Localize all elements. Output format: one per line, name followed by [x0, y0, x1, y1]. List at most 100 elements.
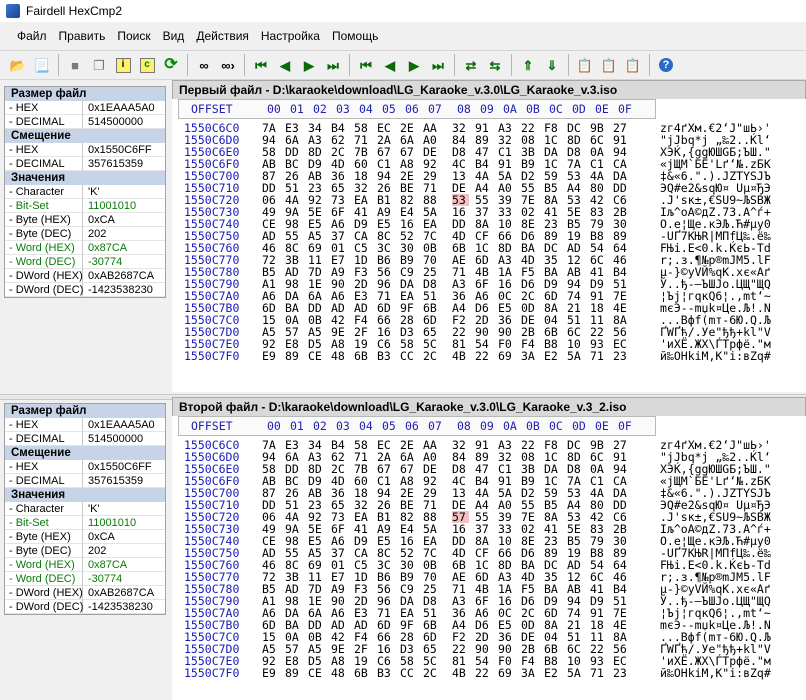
hex-panel-first: Первый файл - D:\karaoke\download\LG_Kar…	[172, 80, 806, 392]
byte-cell[interactable]: 89	[285, 667, 302, 679]
next-diff-icon[interactable]: ▶	[298, 54, 320, 76]
byte-cell[interactable]: B3	[377, 350, 394, 362]
byte-cell[interactable]: CC	[400, 350, 417, 362]
byte-cell[interactable]: 71	[590, 667, 607, 679]
byte-cell[interactable]: 69	[498, 667, 515, 679]
byte-cell[interactable]: 2C	[423, 350, 440, 362]
property-key: - DECIMAL	[5, 157, 83, 171]
open-file-icon[interactable]: 📂	[7, 54, 29, 76]
byte-cell[interactable]: CC	[400, 667, 417, 679]
toolbar-separator	[349, 54, 350, 76]
byte-cell[interactable]: E9	[262, 667, 279, 679]
find-next-icon[interactable]: ∞›	[217, 54, 239, 76]
property-key: - DECIMAL	[5, 115, 83, 129]
byte-cell[interactable]: 71	[590, 350, 607, 362]
byte-cell[interactable]: 5A	[567, 667, 584, 679]
byte-cell[interactable]: E9	[262, 350, 279, 362]
app-icon	[6, 4, 20, 18]
property-row: - Byte (HEX) 0xCA	[5, 530, 165, 544]
hex-row: 1550C7F0 E9 89 CE 48 6B B3 CC 2C 4B 22 69 3A E2 5A 71 23…	[172, 667, 806, 679]
property-row: - Word (HEX) 0x87CA	[5, 558, 165, 572]
property-row: - DWord (HEX) 0xAB2687CA	[5, 586, 165, 600]
help-icon[interactable]: ?	[655, 54, 677, 76]
property-key: - Byte (DEC)	[5, 227, 83, 241]
byte-cell[interactable]: E2	[544, 667, 561, 679]
align-down-icon[interactable]: ⇓	[541, 54, 563, 76]
byte-cell[interactable]: 4B	[452, 350, 469, 362]
offset-header: OFFSET	[191, 102, 233, 116]
binoculars-icon[interactable]: ∞	[193, 54, 215, 76]
byte-cell[interactable]: CE	[308, 667, 325, 679]
byte-column-header: 00 01 02 03 04 05 06 07 08 09 0A 0B 0C 0D 0E 0F	[267, 417, 641, 435]
copy-icon[interactable]: ❐	[88, 54, 110, 76]
property-value: 'K'	[83, 502, 165, 516]
menu-actions[interactable]: Действия	[190, 29, 255, 43]
compare-c-icon[interactable]: c	[136, 54, 158, 76]
property-value: 0x1550C6FF	[83, 143, 165, 157]
hex-view[interactable]: 1550C6C0 7A E3 34 B4 58 EC 2E AA 32 91 A3 22 F8 DC 9B 27…	[172, 439, 806, 679]
property-value: 357615359	[83, 474, 165, 488]
property-row: - Character 'K'	[5, 502, 165, 516]
hex-view[interactable]: 1550C6C0 7A E3 34 B4 58 EC 2E AA 32 91 A3 22 F8 DC 9B 27…	[172, 122, 806, 362]
prev-diff-2-icon[interactable]: ◀	[379, 54, 401, 76]
info-icon[interactable]: i	[112, 54, 134, 76]
byte-cell[interactable]: 23	[613, 350, 630, 362]
section-header: Смещение	[5, 446, 165, 460]
byte-cell[interactable]: 23	[613, 667, 630, 679]
next-diff-2-icon[interactable]: ▶	[403, 54, 425, 76]
menu-file[interactable]: Файл	[11, 29, 53, 43]
column-label: 00	[267, 419, 281, 433]
toolbar-separator	[187, 54, 188, 76]
property-value: 0x1550C6FF	[83, 460, 165, 474]
byte-cell[interactable]: 22	[475, 350, 492, 362]
stop-icon[interactable]: ■	[64, 54, 86, 76]
byte-cell[interactable]: 6B	[354, 667, 371, 679]
property-key: - DWord (HEX)	[5, 586, 83, 600]
column-label: 0C	[549, 102, 563, 116]
refresh-icon[interactable]: ⟳	[160, 54, 182, 76]
row-bytes: E9 89 CE 48 6B B3 CC 2C 4B 22 69 3A E2 5A 71 23	[262, 350, 636, 362]
byte-cell[interactable]: 5A	[567, 350, 584, 362]
first-diff-icon[interactable]: ⏮	[250, 54, 272, 76]
menu-settings[interactable]: Настройка	[255, 29, 326, 43]
byte-cell[interactable]: 2C	[423, 667, 440, 679]
property-row: - DECIMAL 514500000	[5, 432, 165, 446]
property-key: - HEX	[5, 101, 83, 115]
last-diff-icon[interactable]: ⏭	[322, 54, 344, 76]
byte-cell[interactable]: 48	[331, 350, 348, 362]
toolbar: 📂 📃 ■ ❐ i c ⟳ ∞ ∞› ⏮ ◀ ▶ ⏭ ⏮ ◀ ▶ ⏭ ⇄ ⇆ ⇑…	[0, 50, 806, 80]
report-icon[interactable]: 📋	[574, 54, 596, 76]
byte-cell[interactable]: CE	[308, 350, 325, 362]
property-value: 202	[83, 544, 165, 558]
title-bar: Fairdell HexCmp2	[0, 0, 806, 22]
byte-cell[interactable]: 3A	[521, 350, 538, 362]
byte-cell[interactable]: 22	[475, 667, 492, 679]
open-file-2-icon[interactable]: 📃	[31, 54, 53, 76]
byte-cell[interactable]: B3	[377, 667, 394, 679]
column-label: 0F	[618, 102, 632, 116]
first-diff-2-icon[interactable]: ⏮	[355, 54, 377, 76]
byte-cell[interactable]: E2	[544, 350, 561, 362]
property-key: - DWord (HEX)	[5, 269, 83, 283]
column-header: OFFSET 00 01 02 03 04 05 06 07 08 09 0A 0B 0C 0D 0E 0F	[178, 416, 656, 436]
byte-cell[interactable]: 3A	[521, 667, 538, 679]
column-label: 06	[405, 419, 419, 433]
property-row: - HEX 0x1EAAA5A0	[5, 101, 165, 115]
menu-view[interactable]: Вид	[157, 29, 191, 43]
byte-cell[interactable]: 89	[285, 350, 302, 362]
byte-cell[interactable]: 4B	[452, 667, 469, 679]
column-label: 04	[359, 102, 373, 116]
sync-left-icon[interactable]: ⇄	[460, 54, 482, 76]
sync-right-icon[interactable]: ⇆	[484, 54, 506, 76]
toolbar-separator	[58, 54, 59, 76]
last-diff-2-icon[interactable]: ⏭	[427, 54, 449, 76]
byte-cell[interactable]: 69	[498, 350, 515, 362]
prev-diff-icon[interactable]: ◀	[274, 54, 296, 76]
byte-cell[interactable]: 6B	[354, 350, 371, 362]
align-up-icon[interactable]: ⇑	[517, 54, 539, 76]
menu-help[interactable]: Помощь	[326, 29, 384, 43]
byte-cell[interactable]: 48	[331, 667, 348, 679]
menu-edit[interactable]: Править	[53, 29, 112, 43]
property-value: -30774	[83, 572, 165, 586]
menu-search[interactable]: Поиск	[111, 29, 156, 43]
